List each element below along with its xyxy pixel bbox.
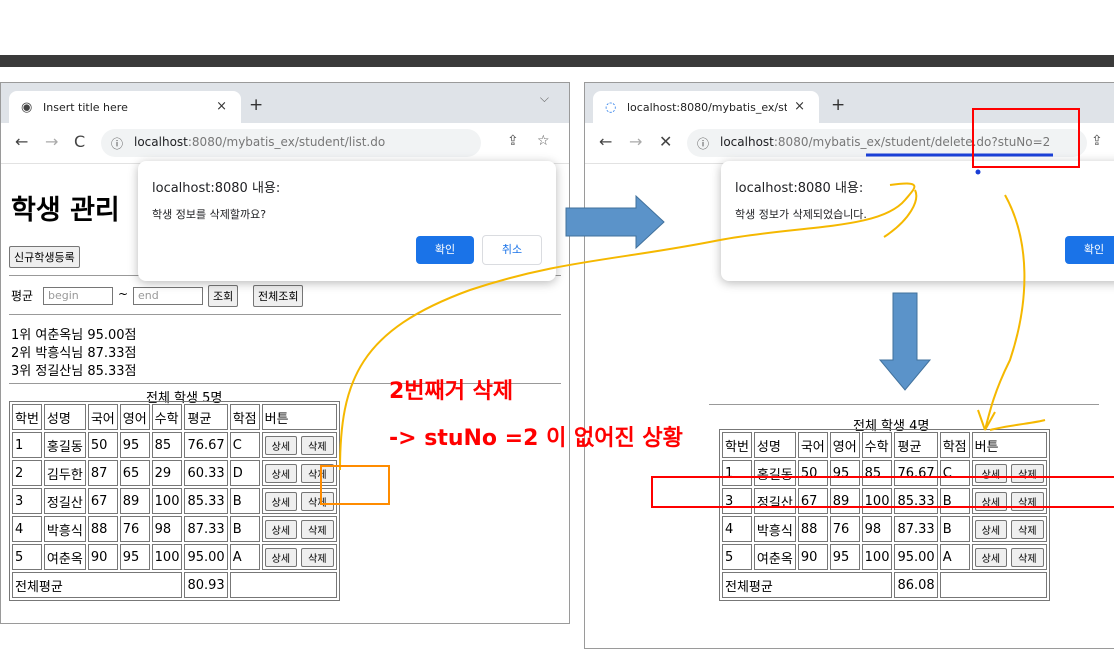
annotation-overlay (339, 153, 1053, 471)
highlight-missing-row (651, 476, 1114, 508)
highlight-delete-box (320, 465, 390, 505)
curve-arrow-tip (883, 189, 918, 238)
highlight-url-box (972, 108, 1080, 168)
scribble-path (984, 194, 1026, 431)
down-arrow-shape (878, 292, 932, 391)
annotation-line-2: -> stuNo =2 이 없어진 상황 (389, 426, 683, 451)
right-arrow-shape (565, 194, 665, 250)
annotation-line-1: 2번째거 삭제 (389, 379, 514, 404)
scribble-underline (989, 419, 1046, 431)
underline-dot (975, 169, 981, 175)
scribble-tip (977, 409, 996, 431)
